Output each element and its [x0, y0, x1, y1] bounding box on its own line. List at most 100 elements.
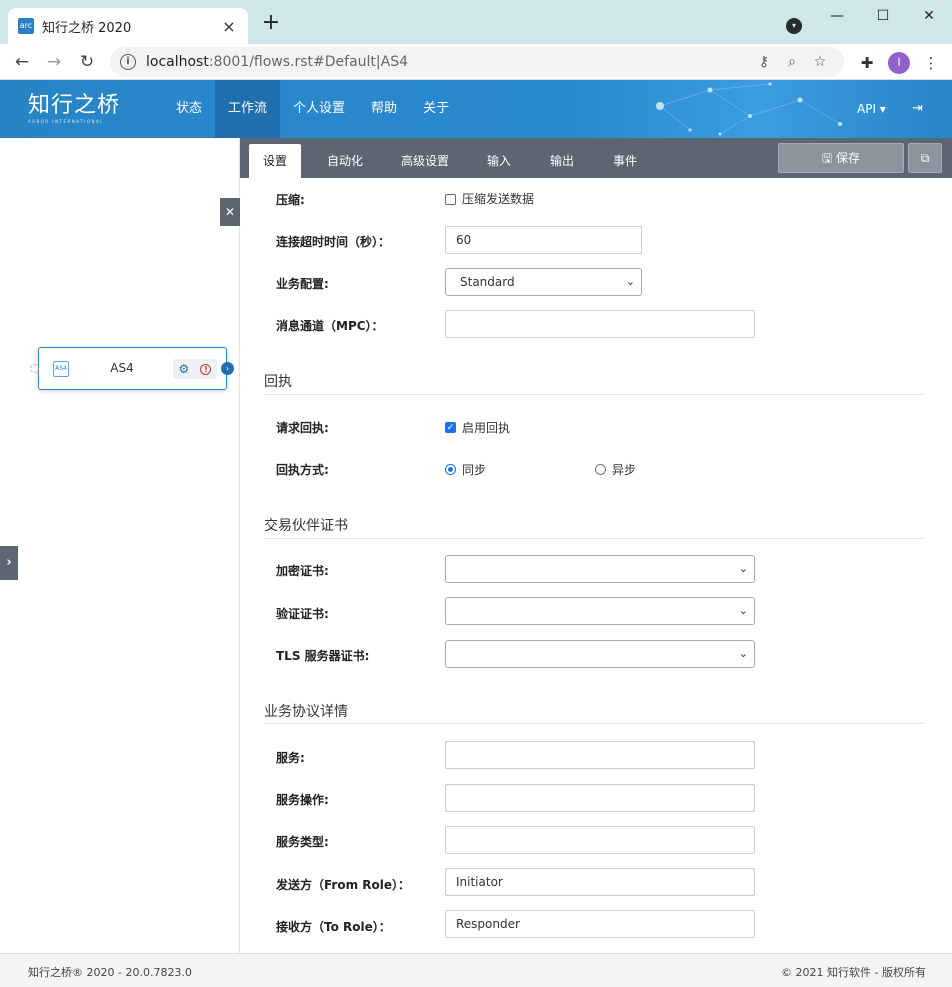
url-input[interactable]: i localhost:8001/flows.rst#Default|AS4 ⚷…: [110, 47, 844, 77]
flow-node-as4[interactable]: AS4 AS4 ⚙ ! ›: [30, 347, 234, 390]
bookmark-star-icon[interactable]: ☆: [806, 54, 834, 70]
menu-kebab-icon[interactable]: ⋮: [920, 52, 942, 74]
node-output-port-icon[interactable]: ›: [221, 362, 234, 375]
chevron-down-icon: ⌄: [738, 562, 748, 575]
agreement-section-title: 业务协议详情: [264, 704, 348, 720]
nav-status[interactable]: 状态: [163, 80, 215, 138]
compression-label: 压缩:: [276, 193, 305, 207]
tab-events[interactable]: 事件: [602, 144, 648, 178]
nav-personal-settings[interactable]: 个人设置: [280, 80, 358, 138]
tls-cert-select[interactable]: ⌄: [445, 640, 755, 668]
request-receipt-checkbox[interactable]: ✓: [445, 422, 456, 433]
tls-cert-label: TLS 服务器证书:: [276, 649, 370, 663]
to-role-input[interactable]: Responder: [445, 910, 755, 938]
service-action-label: 服务操作:: [276, 793, 329, 807]
reload-icon[interactable]: ↻: [75, 50, 99, 74]
node-input-port[interactable]: [30, 364, 39, 373]
popout-icon[interactable]: ⧉: [908, 143, 942, 173]
tab-advanced[interactable]: 高级设置: [391, 144, 459, 178]
tab-title: 知行之桥 2020: [42, 20, 132, 36]
service-input[interactable]: [445, 741, 755, 769]
site-info-icon[interactable]: i: [120, 54, 136, 70]
from-role-label: 发送方（From Role）：: [276, 878, 411, 892]
warning-icon[interactable]: !: [200, 363, 212, 375]
zoom-icon[interactable]: ⌕: [778, 54, 806, 70]
gear-icon[interactable]: ⚙: [179, 362, 190, 376]
nav-about[interactable]: 关于: [410, 80, 462, 138]
close-panel-icon[interactable]: ✕: [220, 198, 240, 226]
tab-output[interactable]: 输出: [539, 144, 585, 178]
chevron-down-icon: ⌄: [738, 604, 748, 617]
save-label: 保存: [836, 151, 861, 165]
verify-cert-select[interactable]: ⌄: [445, 597, 755, 625]
verify-cert-label: 验证证书:: [276, 607, 329, 621]
service-action-input[interactable]: [445, 784, 755, 812]
extensions-puzzle-icon[interactable]: ✚: [856, 52, 878, 74]
as4-connector-icon: AS4: [53, 361, 69, 377]
receipt-section-title: 回执: [264, 374, 292, 390]
timeout-input[interactable]: 60: [445, 226, 642, 254]
save-icon: 🖫: [821, 151, 837, 165]
minimize-icon[interactable]: —: [822, 6, 852, 26]
app-footer: 知行之桥® 2020 - 20.0.7823.0 © 2021 知行软件 - 版…: [0, 953, 952, 987]
profile-select[interactable]: Standard ⌄: [445, 268, 642, 296]
node-actions: ⚙ !: [173, 359, 217, 379]
profile-select-value: Standard: [460, 275, 515, 289]
url-text: localhost:8001/flows.rst#Default|AS4: [146, 54, 750, 70]
footer-version: 知行之桥® 2020 - 20.0.7823.0: [28, 966, 192, 979]
expand-panel-icon[interactable]: ›: [0, 546, 18, 580]
service-type-label: 服务类型:: [276, 835, 329, 849]
service-type-input[interactable]: [445, 826, 755, 854]
agreement-section-divider: [264, 723, 924, 724]
encryption-cert-label: 加密证书:: [276, 564, 329, 578]
compression-checkbox[interactable]: [445, 194, 456, 205]
browser-tab[interactable]: arc 知行之桥 2020 ×: [8, 8, 248, 44]
new-tab-icon[interactable]: +: [260, 12, 282, 34]
chevron-down-icon: ⌄: [625, 275, 635, 288]
save-button[interactable]: 🖫 保存: [778, 143, 904, 173]
logout-icon[interactable]: ⇥: [912, 80, 923, 138]
logo-text: 知行之桥: [28, 93, 121, 118]
api-menu[interactable]: API ▾: [857, 80, 886, 138]
request-receipt-checkbox-label: 启用回执: [462, 421, 511, 435]
mpc-input[interactable]: [445, 310, 755, 338]
tab-settings[interactable]: 设置: [249, 144, 301, 178]
forward-icon[interactable]: →: [42, 50, 66, 74]
receipt-async-label: 异步: [612, 463, 637, 477]
receipt-sync-radio[interactable]: [445, 464, 456, 475]
tab-close-icon[interactable]: ×: [220, 17, 238, 36]
receipt-mode-label: 回执方式:: [276, 463, 329, 477]
nav-help[interactable]: 帮助: [358, 80, 410, 138]
mpc-label: 消息通道（MPC）：: [276, 319, 384, 333]
tab-automation[interactable]: 自动化: [317, 144, 373, 178]
footer-copyright: © 2021 知行软件 - 版权所有: [781, 966, 926, 979]
node-label: AS4: [110, 361, 134, 375]
from-role-input[interactable]: Initiator: [445, 868, 755, 896]
request-receipt-label: 请求回执:: [276, 421, 329, 435]
key-icon[interactable]: ⚷: [750, 54, 778, 70]
profile-avatar[interactable]: I: [888, 52, 910, 74]
window-close-icon[interactable]: ✕: [914, 6, 944, 26]
settings-pane: 设置 自动化 高级设置 输入 输出 事件 🖫 保存 ⧉ 压缩: 压缩发送数据 连…: [240, 138, 952, 953]
receipt-sync-label: 同步: [462, 463, 487, 477]
profile-label: 业务配置:: [276, 277, 329, 291]
nav-workflow[interactable]: 工作流: [215, 80, 281, 138]
tab-input[interactable]: 输入: [476, 144, 522, 178]
url-path: :8001/flows.rst#Default|AS4: [208, 54, 408, 70]
maximize-icon[interactable]: ☐: [868, 6, 898, 26]
logo-subtext: ARBOR INTERNATIONAL: [28, 119, 104, 124]
tab-search-icon[interactable]: ▾: [786, 18, 802, 34]
chevron-down-icon: ⌄: [738, 647, 748, 660]
encryption-cert-select[interactable]: ⌄: [445, 555, 755, 583]
top-nav: 状态 工作流 个人设置 帮助 关于: [163, 80, 462, 138]
address-bar: ← → ↻ i localhost:8001/flows.rst#Default…: [0, 44, 952, 80]
url-host: localhost: [146, 54, 209, 70]
app-logo[interactable]: 知行之桥 ARBOR INTERNATIONAL: [28, 93, 121, 125]
back-icon[interactable]: ←: [10, 50, 34, 74]
favicon-icon: arc: [18, 18, 34, 34]
flow-canvas[interactable]: ✕ AS4 AS4 ⚙ ! › ›: [0, 138, 240, 953]
compression-checkbox-label: 压缩发送数据: [462, 192, 535, 206]
receipt-section-divider: [264, 394, 924, 395]
network-decoration: [656, 82, 842, 136]
receipt-async-radio[interactable]: [595, 464, 606, 475]
